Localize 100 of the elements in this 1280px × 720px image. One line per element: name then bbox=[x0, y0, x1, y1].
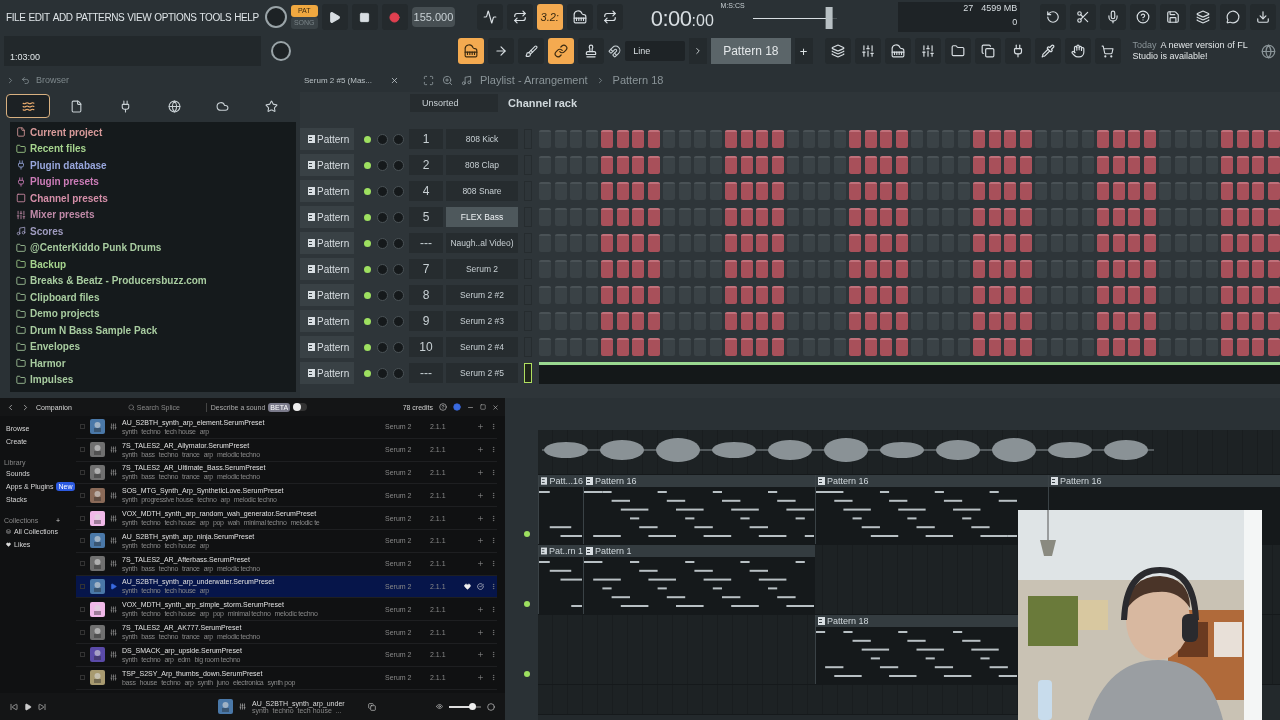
add-icon[interactable] bbox=[477, 514, 484, 522]
heart-icon[interactable] bbox=[464, 582, 471, 590]
pick-button[interactable] bbox=[1034, 38, 1061, 64]
pan-knob[interactable] bbox=[377, 211, 388, 223]
piano-button[interactable] bbox=[566, 4, 593, 30]
playlist-track-lane[interactable] bbox=[538, 430, 1280, 475]
browser-item[interactable]: Clipboard files bbox=[16, 289, 290, 306]
link-button[interactable] bbox=[548, 38, 575, 64]
sliders-icon[interactable] bbox=[110, 674, 117, 682]
browser-item[interactable]: Breaks & Beatz - Producersbuzz.com bbox=[16, 272, 290, 289]
mixer-track-field[interactable]: 5 bbox=[409, 207, 443, 227]
track-label[interactable]: Pattern bbox=[300, 310, 354, 332]
master-volume-thumb[interactable] bbox=[825, 7, 833, 29]
browser-item[interactable]: Recent files bbox=[16, 140, 290, 157]
stamp-button[interactable] bbox=[578, 38, 605, 64]
pan-knob[interactable] bbox=[377, 185, 388, 197]
menu-item[interactable]: PATTERNS bbox=[75, 11, 125, 23]
mixer-track-field[interactable]: 9 bbox=[409, 311, 443, 331]
expand-icon[interactable] bbox=[6, 75, 15, 85]
master-volume-knob[interactable] bbox=[271, 41, 291, 61]
channel-led[interactable] bbox=[364, 265, 371, 273]
mixer-track-field[interactable]: 8 bbox=[409, 285, 443, 305]
pan-knob[interactable] bbox=[377, 367, 388, 379]
track-label[interactable]: Pattern bbox=[300, 180, 354, 202]
menu-item[interactable]: VIEW bbox=[127, 11, 152, 23]
cut-button[interactable] bbox=[1070, 4, 1096, 30]
sliders-icon[interactable] bbox=[110, 628, 117, 636]
maximize-icon[interactable] bbox=[480, 404, 486, 410]
snap-dropdown[interactable]: Line bbox=[625, 41, 686, 61]
avatar-icon[interactable] bbox=[453, 403, 461, 411]
row-checkbox[interactable] bbox=[80, 652, 85, 658]
sliders-icon[interactable] bbox=[110, 446, 117, 454]
clip-header[interactable]: Patt...16 bbox=[539, 475, 583, 487]
track-label[interactable]: Pattern bbox=[300, 206, 354, 228]
tempo-field[interactable]: 155.000 bbox=[411, 7, 455, 27]
check-icon[interactable] bbox=[477, 582, 484, 590]
mixer-track-field[interactable]: 4 bbox=[409, 181, 443, 201]
browser-item[interactable]: Demo projects bbox=[16, 305, 290, 322]
menu-item[interactable]: ADD bbox=[52, 11, 73, 23]
piano-roll-preview[interactable] bbox=[539, 362, 1280, 384]
track-led[interactable] bbox=[524, 671, 530, 677]
row-checkbox[interactable] bbox=[80, 606, 85, 612]
mixer-track-field[interactable]: 2 bbox=[409, 155, 443, 175]
preview-icon[interactable] bbox=[436, 703, 443, 710]
save-button[interactable] bbox=[1160, 4, 1186, 30]
zoom-icon[interactable] bbox=[442, 74, 453, 86]
browser-item[interactable]: Current project bbox=[16, 124, 290, 141]
volume-knob[interactable] bbox=[393, 159, 404, 171]
add-icon[interactable] bbox=[477, 423, 484, 431]
clip-header[interactable]: Pattern 18 bbox=[816, 615, 1018, 627]
volume-knob[interactable] bbox=[393, 185, 404, 197]
help-icon[interactable] bbox=[439, 403, 447, 411]
channel-rack-button[interactable] bbox=[854, 38, 881, 64]
browser-button[interactable] bbox=[944, 38, 971, 64]
channel-led[interactable] bbox=[364, 291, 371, 299]
close-icon[interactable] bbox=[492, 403, 499, 411]
news-message[interactable]: Today A newer version of FL Studio is available! bbox=[1132, 40, 1258, 62]
channel-button[interactable]: Serum 2 #2 bbox=[446, 285, 518, 305]
stop-button[interactable] bbox=[351, 4, 378, 30]
channel-button[interactable]: Serum 2 #4 bbox=[446, 337, 518, 357]
volume-knob[interactable] bbox=[393, 315, 404, 327]
mixer-track-field[interactable]: --- bbox=[409, 363, 443, 383]
track-led[interactable] bbox=[524, 531, 530, 537]
channel-led[interactable] bbox=[364, 369, 371, 377]
track-label[interactable]: Pattern bbox=[300, 336, 354, 358]
row-checkbox[interactable] bbox=[80, 470, 85, 475]
filter-dropdown[interactable]: Unsorted bbox=[410, 94, 498, 112]
add-pattern-button[interactable]: + bbox=[794, 38, 813, 64]
pan-knob[interactable] bbox=[377, 315, 388, 327]
play-button[interactable] bbox=[321, 4, 348, 30]
hand-button[interactable] bbox=[1064, 38, 1091, 64]
channel-button[interactable]: 808 Clap bbox=[446, 155, 518, 175]
help-button[interactable] bbox=[1130, 4, 1156, 30]
channel-button[interactable]: 808 Snare bbox=[446, 181, 518, 201]
add-icon[interactable] bbox=[477, 537, 484, 545]
wave-button[interactable] bbox=[476, 4, 503, 30]
add-icon[interactable] bbox=[477, 469, 484, 476]
channel-led[interactable] bbox=[364, 187, 371, 195]
channel-led[interactable] bbox=[364, 135, 371, 143]
volume-knob[interactable] bbox=[393, 211, 404, 223]
browser-item[interactable]: Impulses bbox=[16, 371, 290, 388]
volume-knob[interactable] bbox=[393, 367, 404, 379]
sliders-icon[interactable] bbox=[110, 469, 117, 476]
channel-button[interactable]: Serum 2 #3 bbox=[446, 311, 518, 331]
sliders-icon[interactable] bbox=[110, 537, 117, 545]
microphone-button[interactable] bbox=[1100, 4, 1126, 30]
clip-header[interactable]: Pat..rn 1 bbox=[539, 545, 583, 557]
pan-knob[interactable] bbox=[377, 159, 388, 171]
brush-button[interactable] bbox=[518, 38, 545, 64]
pan-knob[interactable] bbox=[377, 237, 388, 249]
record-button[interactable] bbox=[381, 4, 408, 30]
sliders-icon[interactable] bbox=[110, 491, 117, 499]
sliders-icon[interactable] bbox=[110, 560, 117, 568]
close-icon[interactable] bbox=[390, 75, 399, 85]
browser-item[interactable]: Harmor bbox=[16, 355, 290, 372]
loop-button[interactable] bbox=[596, 4, 623, 30]
browser-item[interactable]: Plugin database bbox=[16, 157, 290, 174]
download-button[interactable] bbox=[1250, 4, 1276, 30]
copy-icon[interactable] bbox=[368, 702, 376, 711]
browser-item[interactable]: Drum N Bass Sample Pack bbox=[16, 322, 290, 339]
